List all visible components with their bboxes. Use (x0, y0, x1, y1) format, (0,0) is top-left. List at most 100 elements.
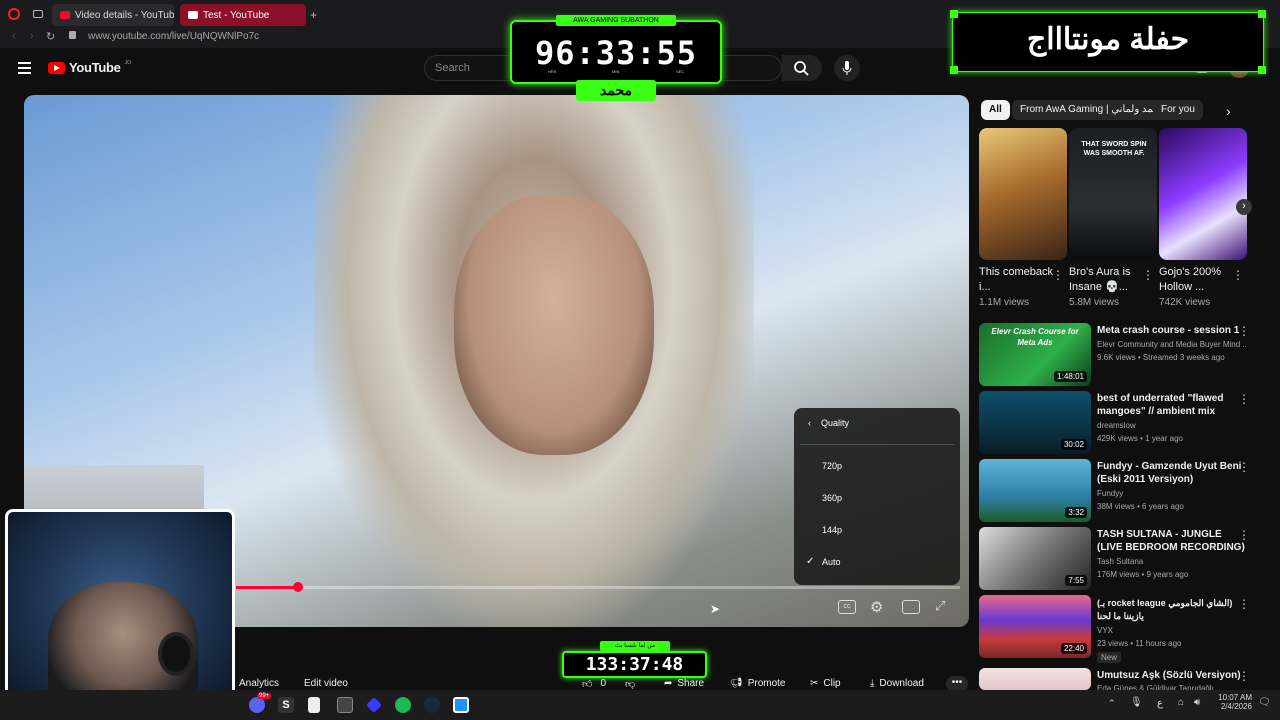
video-title[interactable]: (بـ rocket league الشاي الجامومي) يازينن… (1097, 597, 1247, 623)
short-title[interactable]: Bro's Aura is Insane 💀... (1069, 265, 1143, 295)
video-thumbnail[interactable]: 30:02 (979, 391, 1091, 454)
video-thumbnail[interactable]: 22:40 (979, 595, 1091, 658)
tray-chevron-up-icon[interactable]: ⌃ (1108, 698, 1116, 709)
corner-decoration (950, 10, 958, 18)
corner-decoration (950, 66, 958, 74)
video-title[interactable]: Umutsuz Aşk (Sözlü Versiyon) (1097, 669, 1247, 682)
microphone-icon (842, 61, 852, 75)
subtitles-icon[interactable]: cc (838, 600, 856, 614)
edit-video-button[interactable]: Edit video (304, 678, 348, 689)
more-options-icon[interactable]: ⋮ (1238, 460, 1250, 474)
short-thumbnail-text: THAT SWORD SPIN WAS SMOOTH AF. (1081, 141, 1147, 157)
short-views: 5.8M views (1069, 297, 1120, 308)
more-options-icon[interactable]: ⋮ (1238, 597, 1250, 611)
lock-icon (69, 31, 76, 39)
progress-bar[interactable] (236, 586, 960, 589)
network-icon[interactable]: ⌂ (1178, 697, 1184, 708)
new-tab-button[interactable]: + (310, 8, 317, 22)
video-title[interactable]: best of underrated "flawed mangoes" // a… (1097, 392, 1247, 418)
clip-button[interactable]: ✂ Clip (810, 678, 841, 689)
taskbar (0, 690, 1280, 720)
more-options-icon[interactable]: ⋮ (1052, 268, 1064, 282)
more-options-icon[interactable]: ⋮ (1238, 528, 1250, 542)
app-s-icon[interactable]: S (278, 697, 294, 713)
shorts-next-icon[interactable]: › (1236, 199, 1252, 215)
short-title[interactable]: This comeback i... (979, 265, 1053, 295)
fullscreen-icon[interactable]: ⤢ (935, 598, 945, 614)
quality-option-auto[interactable]: Auto (822, 557, 841, 567)
video-channel[interactable]: Eda Güneş & Güldiyar Tanrıdağlı (1097, 682, 1247, 690)
tray-microphone-icon[interactable]: 🎙︎ (1130, 697, 1143, 708)
video-thumbnail[interactable]: 7:55 (979, 527, 1091, 590)
language-indicator[interactable]: ع (1157, 698, 1163, 709)
video-channel[interactable]: Fundyy (1097, 487, 1247, 500)
video-channel[interactable]: Tash Sultana (1097, 555, 1247, 568)
spotify-icon[interactable] (395, 697, 411, 713)
settings-gear-icon[interactable]: ⚙ (870, 598, 883, 616)
browser-logo-icon[interactable] (8, 8, 20, 20)
video-channel[interactable]: Elevr Community and Media Buyer Mind ... (1097, 338, 1247, 351)
tab-video-details[interactable]: Video details - YouTube St (52, 4, 174, 26)
back-icon[interactable]: ‹ (12, 30, 16, 42)
more-options-icon[interactable]: ⋮ (1142, 268, 1154, 282)
clock[interactable]: 10:07 AM 2/4/2026 (1212, 693, 1252, 711)
dislike-icon[interactable]: 👎︎ (625, 678, 635, 690)
quality-back-button[interactable]: ‹ Quality (808, 418, 849, 428)
explorer-icon[interactable] (337, 697, 353, 713)
promote-button[interactable]: 📢︎ Promote (730, 678, 786, 689)
chevron-right-icon[interactable]: › (1226, 103, 1231, 119)
search-button[interactable] (782, 55, 822, 81)
video-title[interactable]: Fundyy - Gamzende Uyut Beni (Eski 2011 V… (1097, 460, 1247, 486)
video-channel[interactable]: VYX (1097, 624, 1247, 637)
video-thumbnail[interactable]: Elevr Crash Course for Meta Ads 1:48:01 (979, 323, 1091, 386)
chip-from-channel[interactable]: From AwA Gaming | أحمد ولماني (1012, 100, 1170, 120)
quality-option-720p[interactable]: 720p (822, 461, 842, 471)
app-blue-icon[interactable] (453, 697, 469, 713)
tab-manager-icon[interactable] (33, 10, 43, 18)
more-options-icon[interactable]: ⋮ (1238, 392, 1250, 406)
quality-option-360p[interactable]: 360p (822, 493, 842, 503)
short-thumbnail[interactable]: THAT SWORD SPIN WAS SMOOTH AF. (1069, 128, 1157, 260)
more-options-icon[interactable]: ⋮ (1238, 669, 1250, 683)
subathon-unit-min: MIN (612, 69, 620, 74)
download-button[interactable]: ⤓ Download (870, 678, 924, 689)
menu-icon[interactable] (18, 59, 31, 77)
chip-all[interactable]: All (981, 100, 1010, 120)
video-channel[interactable]: dreamslow (1097, 419, 1247, 432)
country-code: JO (124, 59, 131, 66)
reload-icon[interactable]: ↻ (46, 30, 55, 43)
tab-test-youtube[interactable]: Test - YouTube (180, 4, 306, 26)
url-text[interactable]: www.youtube.com/live/UqNQWNlPo7c (88, 31, 259, 42)
check-icon: ✓ (806, 556, 815, 567)
notepad-icon[interactable] (308, 697, 320, 713)
short-title[interactable]: Gojo's 200% Hollow ... (1159, 265, 1233, 295)
analytics-button[interactable]: Analytics (239, 678, 279, 689)
video-thumbnail[interactable]: 3:32 (979, 459, 1091, 522)
notification-center-icon[interactable]: 🗨︎ (1258, 697, 1271, 708)
chip-for-you[interactable]: For you (1153, 100, 1203, 120)
clock-time: 10:07 AM (1218, 693, 1252, 702)
volume-icon[interactable]: 🔊︎ (1194, 697, 1200, 708)
video-title[interactable]: TASH SULTANA - JUNGLE (LIVE BEDROOM RECO… (1097, 528, 1247, 554)
scrubber-handle[interactable] (293, 582, 303, 592)
short-thumbnail[interactable] (979, 128, 1067, 260)
short-thumbnail[interactable] (1159, 128, 1247, 260)
discord-icon[interactable] (249, 697, 265, 713)
search-icon (794, 61, 809, 76)
steam-icon[interactable] (424, 697, 440, 713)
more-options-icon[interactable]: ⋮ (1232, 268, 1244, 282)
like-button[interactable]: 👍︎ 0 (582, 678, 606, 690)
forward-icon[interactable]: › (30, 30, 34, 42)
quality-option-144p[interactable]: 144p (822, 525, 842, 535)
youtube-logo[interactable]: YouTube JO (48, 60, 131, 75)
video-thumbnail[interactable] (979, 668, 1091, 690)
notification-badge: 99+ (257, 693, 272, 699)
video-title[interactable]: Meta crash course - session 1 (1097, 324, 1247, 337)
theater-mode-icon[interactable] (902, 600, 920, 614)
subathon-name: محمد (576, 80, 656, 101)
video-thumbnail-text: Elevr Crash Course for Meta Ads (991, 327, 1079, 347)
more-options-icon[interactable]: ⋮ (1238, 324, 1250, 338)
share-button[interactable]: ➦ Share (664, 678, 704, 689)
voice-search-button[interactable] (834, 55, 860, 81)
short-views: 1.1M views (979, 297, 1030, 308)
